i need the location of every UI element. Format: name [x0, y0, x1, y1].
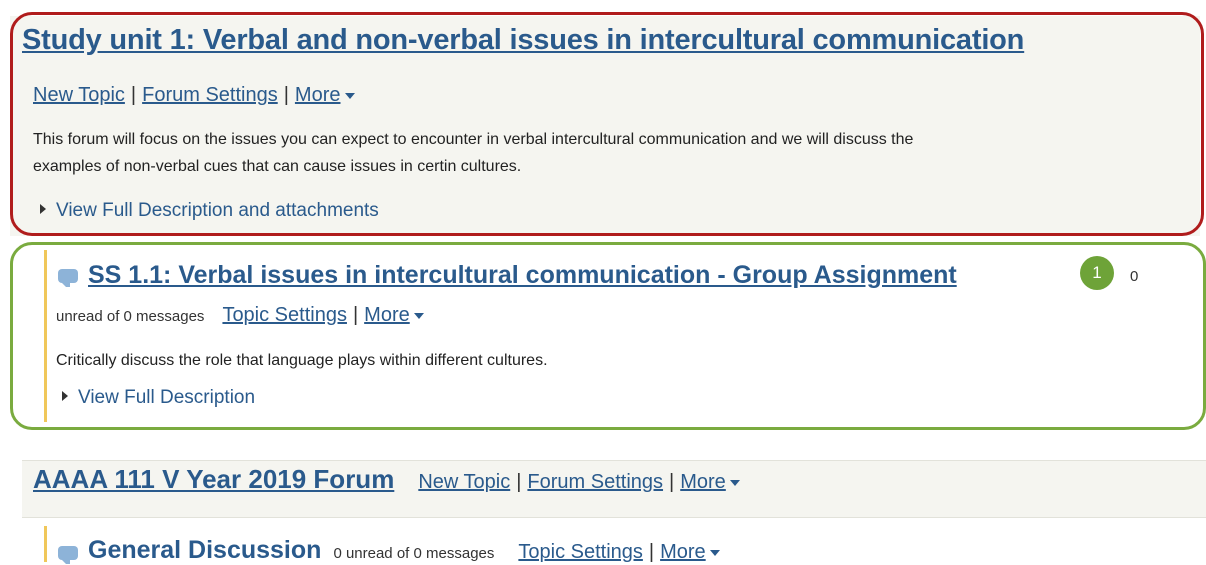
separator: | — [352, 304, 359, 326]
separator: | — [130, 84, 137, 106]
caret-down-icon[interactable] — [344, 92, 355, 99]
new-topic-link[interactable]: New Topic — [33, 84, 125, 106]
topic-indent-bar — [44, 250, 47, 422]
topic-title-link-general-discussion[interactable]: General Discussion — [88, 536, 321, 564]
message-count: 0 — [1130, 268, 1139, 285]
more-menu-link[interactable]: More — [295, 84, 341, 106]
topic2-row: General Discussion 0 unread of 0 messages… — [58, 536, 720, 565]
separator: | — [283, 84, 289, 106]
view-full-description-label[interactable]: View Full Description — [78, 387, 255, 408]
separator: | — [648, 541, 655, 563]
more-menu-link[interactable]: More — [680, 471, 726, 493]
forum-settings-link[interactable]: Forum Settings — [142, 84, 278, 106]
unread-count: 0 unread of 0 messages — [333, 545, 495, 562]
discussion-bubble-icon — [58, 545, 78, 564]
forum-links-row: New Topic | Forum Settings | More — [33, 84, 355, 107]
topic-view-full-description-toggle[interactable]: View Full Description — [62, 387, 255, 409]
forum-description-line: examples of non-verbal cues that can cau… — [33, 158, 522, 175]
callout-badge: 1 — [1080, 256, 1114, 290]
discussion-bubble-icon — [58, 269, 78, 288]
view-full-description-attachments-toggle[interactable]: View Full Description and attachments — [40, 200, 379, 222]
new-topic-link[interactable]: New Topic — [418, 471, 510, 493]
topic-settings-link[interactable]: Topic Settings — [222, 304, 347, 326]
topic-more-menu-link[interactable]: More — [660, 541, 706, 563]
topic-title-row: SS 1.1: Verbal issues in intercultural c… — [58, 261, 957, 290]
caret-down-icon[interactable] — [709, 549, 720, 556]
caret-down-icon[interactable] — [729, 479, 740, 486]
topic-settings-link[interactable]: Topic Settings — [518, 541, 643, 563]
view-full-description-label[interactable]: View Full Description and attachments — [56, 200, 379, 221]
forum2-header-row: AAAA 111 V Year 2019 Forum New Topic | Foru… — [33, 464, 740, 495]
topic-meta-row: unread of 0 messages Topic Settings | More — [56, 304, 424, 327]
forum-title-aaaa-111[interactable]: AAAA 111 V Year 2019 Forum — [33, 464, 394, 494]
expand-triangle-icon — [62, 390, 68, 401]
topic-title-link-ss-1-1[interactable]: SS 1.1: Verbal issues in intercultural c… — [88, 261, 957, 289]
forum-settings-link[interactable]: Forum Settings — [527, 471, 663, 493]
topic-more-menu-link[interactable]: More — [364, 304, 410, 326]
caret-down-icon[interactable] — [413, 312, 424, 319]
separator: | — [669, 471, 675, 493]
unread-count: unread of 0 messages — [56, 308, 205, 325]
forum-description-line: This forum will focus on the issues you … — [33, 131, 914, 148]
expand-triangle-icon — [40, 203, 46, 214]
forum-title-study-unit-1[interactable]: Study unit 1: Verbal and non-verbal issu… — [22, 24, 1024, 57]
topic-indent-bar — [44, 526, 47, 562]
topic-description: Critically discuss the role that languag… — [56, 352, 548, 369]
forum-description: This forum will focus on the issues you … — [33, 126, 1193, 180]
separator: | — [516, 471, 522, 493]
